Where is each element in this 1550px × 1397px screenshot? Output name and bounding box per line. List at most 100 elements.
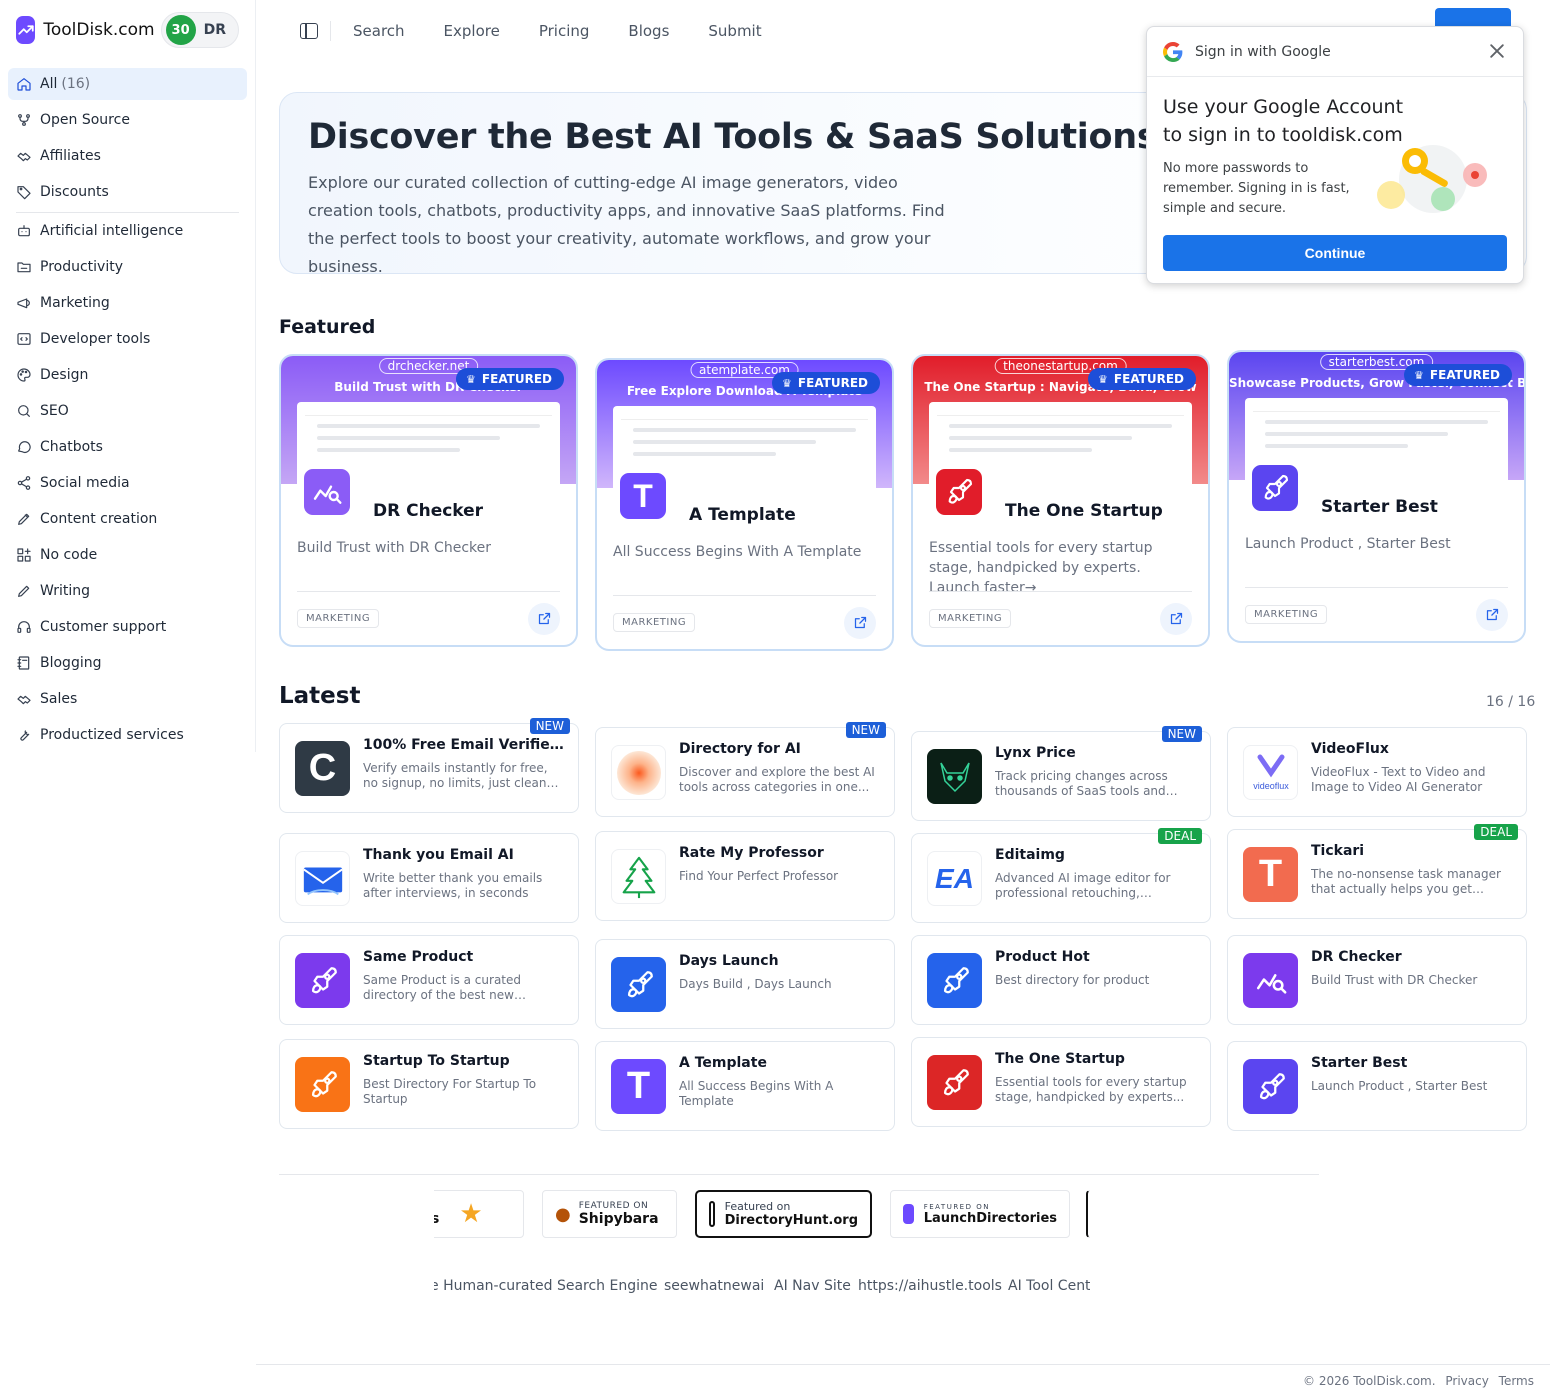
tool-name: VideoFlux: [1311, 741, 1389, 757]
tool-desc: Find Your Perfect Professor: [679, 869, 839, 883]
friend-link[interactable]: AI Nav Site: [774, 1278, 851, 1294]
nav-link-blogs[interactable]: Blogs: [628, 22, 669, 40]
continue-button[interactable]: Continue: [1163, 235, 1507, 271]
friend-link[interactable]: e Human-curated Search Engine: [434, 1278, 657, 1294]
friend-link[interactable]: AI Tool Cente: [1008, 1278, 1090, 1294]
nav-link-submit[interactable]: Submit: [708, 22, 761, 40]
sidebar-item-label: Chatbots: [40, 439, 103, 455]
featured-card[interactable]: atemplate.com Free Explore Download A Tem…: [595, 358, 894, 651]
sidebar-item-open-source[interactable]: Open Source: [8, 104, 247, 136]
tool-logo: T: [1243, 847, 1298, 902]
featured-card[interactable]: starterbest.comShowcase Products, Grow F…: [1227, 350, 1526, 643]
sidebar-item-sales[interactable]: Sales: [8, 683, 247, 715]
key-illustration-icon: [1377, 145, 1487, 213]
footer-badge[interactable]: ONools ★: [434, 1190, 524, 1238]
close-icon[interactable]: [1487, 41, 1507, 61]
footer-badge-shipybara[interactable]: ● FEATURED ON Shipybara: [542, 1190, 677, 1238]
tool-card[interactable]: EA Editaimg Advanced AI image editor for p…: [911, 828, 1211, 923]
dr-badge[interactable]: 30 DR: [160, 12, 239, 48]
sidebar-item-writing[interactable]: Writing: [8, 575, 247, 607]
dr-checker-logo-icon: [313, 485, 342, 504]
sidebar-item-blogging[interactable]: Blogging: [8, 647, 247, 679]
sidebar-item-productivity[interactable]: Productivity: [8, 251, 247, 283]
sidebar-item-label: Content creation: [40, 511, 158, 527]
sidebar-item-chatbots[interactable]: Chatbots: [8, 431, 247, 463]
footer-badge-directoryhunt[interactable]: Featured on DirectoryHunt.org: [695, 1190, 872, 1238]
sidebar-item-marketing[interactable]: Marketing: [8, 287, 247, 319]
featured-card[interactable]: drchecker.net Build Trust with DR Checker…: [279, 354, 578, 647]
sidebar-item-no-code[interactable]: No code: [8, 539, 247, 571]
footer-badge-partial[interactable]: [1086, 1190, 1090, 1238]
sidebar-item-productized-services[interactable]: Productized services: [8, 719, 247, 751]
category-tag[interactable]: MARKETING: [613, 613, 696, 632]
rocket-icon: [311, 966, 337, 993]
tool-logo: [1243, 1059, 1298, 1114]
privacy-link[interactable]: Privacy: [1445, 1374, 1488, 1388]
sidebar-item-social-media[interactable]: Social media: [8, 467, 247, 499]
sidebar-item-affiliates[interactable]: Affiliates: [8, 140, 247, 172]
terms-link[interactable]: Terms: [1499, 1374, 1534, 1388]
external-link-icon[interactable]: [1476, 598, 1508, 631]
sidebar-item-label: Artificial intelligence: [40, 223, 184, 239]
brand[interactable]: ToolDisk.com 30 DR: [0, 0, 255, 60]
category-tag[interactable]: MARKETING: [297, 609, 380, 628]
nav-link-search[interactable]: Search: [353, 22, 405, 40]
tool-card[interactable]: T A Template All Success Begins With A Tem…: [595, 1041, 895, 1131]
tool-logo: videoflux: [1243, 745, 1298, 800]
tool-card[interactable]: Starter Best Launch Product , Starter Bes…: [1227, 1041, 1527, 1131]
hero-subtitle: Explore our curated collection of cuttin…: [308, 173, 945, 276]
tool-card[interactable]: videoflux VideoFlux VideoFlux - Text to Vi…: [1227, 727, 1527, 817]
featured-card-name: A Template: [689, 505, 796, 525]
megaphone-icon: [17, 298, 30, 309]
sidebar-item-artificial-intelligence[interactable]: Artificial intelligence: [8, 215, 247, 247]
tool-card[interactable]: DR Checker Build Trust with DR Checker: [1227, 935, 1527, 1025]
tool-logo: [611, 849, 666, 904]
sidebar-toggle-icon[interactable]: [300, 23, 318, 39]
sidebar-item-label: Developer tools: [40, 331, 151, 347]
new-badge: NEW: [845, 722, 886, 738]
tool-card[interactable]: Startup To Startup Best Directory For Sta…: [279, 1039, 579, 1129]
sidebar-item-label: Writing: [40, 583, 90, 599]
external-link-icon[interactable]: [1160, 602, 1192, 635]
external-link-icon[interactable]: [528, 602, 560, 635]
sidebar-item-content-creation[interactable]: Content creation: [8, 503, 247, 535]
footer-badge-launchdirectories[interactable]: FEATURED ON LaunchDirectories: [890, 1190, 1070, 1238]
friend-link[interactable]: seewhatnewai: [664, 1278, 764, 1294]
featured-card-name: DR Checker: [373, 501, 484, 521]
tool-card[interactable]: Days Launch Days Build , Days Launch: [595, 939, 895, 1029]
nav-link-pricing[interactable]: Pricing: [539, 22, 590, 40]
sidebar-item-discounts[interactable]: Discounts: [8, 176, 247, 208]
mail-logo-icon: [302, 867, 343, 895]
google-signin-popup: Sign in with Google Use your Google Acco…: [1146, 26, 1524, 284]
friend-link[interactable]: https://aihustle.tools: [858, 1278, 1002, 1294]
friend-links: e Human-curated Search Engine seewhatnew…: [434, 1278, 1090, 1298]
tool-card[interactable]: Rate My Professor Find Your Perfect Profe…: [595, 831, 895, 921]
tool-card[interactable]: T Tickari The no-nonsense task manager tha…: [1227, 824, 1527, 919]
tool-name: Directory for AI: [679, 741, 801, 757]
tool-desc: Advanced AI image editor for professiona…: [995, 871, 1171, 900]
footer-divider: [279, 1174, 1319, 1175]
tool-card[interactable]: Thank you Email AI Write better thank you…: [279, 833, 579, 923]
tool-card[interactable]: Lynx Price Track pricing changes across t…: [911, 726, 1211, 821]
tool-desc: Essential tools for every startup stage,…: [995, 1075, 1187, 1104]
sidebar-item-customer-support[interactable]: Customer support: [8, 611, 247, 643]
external-link-icon[interactable]: [844, 606, 876, 639]
nav-link-explore[interactable]: Explore: [444, 22, 500, 40]
nav-separator: [16, 212, 239, 213]
sidebar-item-all[interactable]: All (16): [8, 68, 247, 100]
sidebar-item-seo[interactable]: SEO: [8, 395, 247, 427]
featured-card[interactable]: theonestartup.com The One Startup : Navig…: [911, 354, 1210, 647]
featured-card-name: The One Startup: [1005, 501, 1163, 521]
tool-desc: Best directory for product: [995, 973, 1150, 987]
category-tag[interactable]: MARKETING: [929, 609, 1012, 628]
tool-card[interactable]: Directory for AI Discover and explore the…: [595, 722, 895, 817]
sidebar-item-design[interactable]: Design: [8, 359, 247, 391]
tool-card[interactable]: C 100% Free Email Verifier by... Verify em…: [279, 718, 579, 813]
tool-card[interactable]: Same Product Same Product is a curated di…: [279, 935, 579, 1025]
tool-card[interactable]: The One Startup Essential tools for every…: [911, 1037, 1211, 1127]
tool-card[interactable]: Product Hot Best directory for product: [911, 935, 1211, 1025]
sidebar-item-developer-tools[interactable]: Developer tools: [8, 323, 247, 355]
category-tag[interactable]: MARKETING: [1245, 605, 1328, 624]
svg-text:videoflux: videoflux: [1253, 781, 1289, 791]
featured-card-desc: Launch Product , Starter Best: [1245, 536, 1451, 552]
